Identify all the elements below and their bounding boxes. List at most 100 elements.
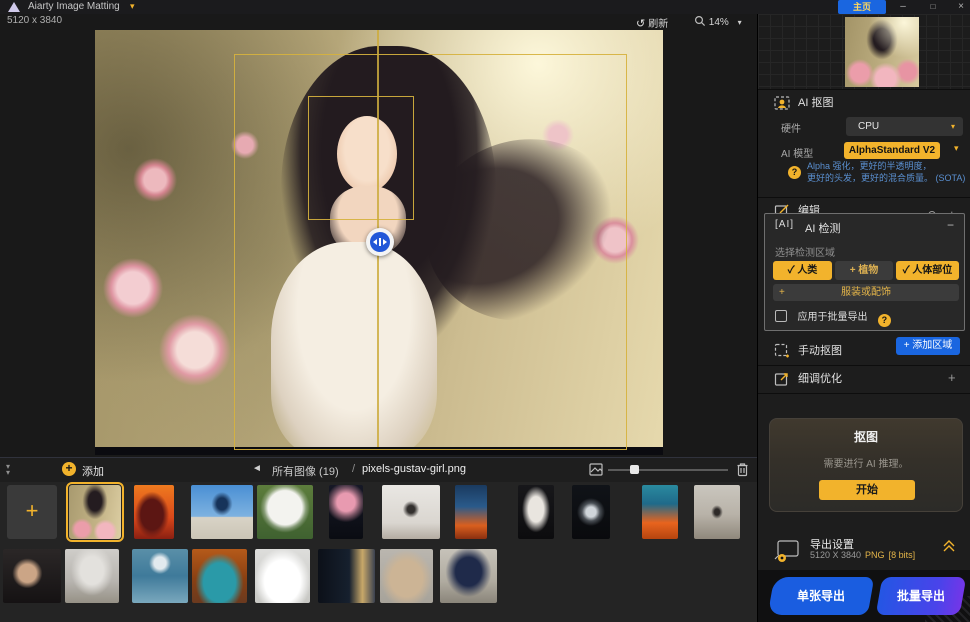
refresh-label: 刷新 — [648, 19, 668, 30]
ai-detect-header: [AI] AI 检测 − — [765, 218, 964, 238]
model-hint-row: ? Alpha 强化，更好的半透明度， 更好的头发，更好的混合质量。 (SOTA… — [758, 160, 970, 194]
detect-clothes-button[interactable]: +服装或配饰 — [773, 284, 959, 301]
preview-thumbnail[interactable] — [845, 17, 919, 87]
app-title: Aiarty Image Matting — [28, 1, 120, 12]
face-detection-rect[interactable] — [308, 96, 414, 220]
thumbnail-white-sofa[interactable] — [255, 549, 310, 603]
export-settings-row[interactable]: 导出设置 5120 X 3840PNG[8 bits] — [758, 536, 970, 570]
breadcrumb-separator: / — [352, 463, 355, 475]
detect-human-button[interactable]: ✓ 人类 — [773, 261, 832, 280]
thumbnail-jellyfish[interactable] — [329, 485, 363, 539]
start-button[interactable]: 开始 — [819, 480, 915, 500]
ai-matting-section: AI 抠图 — [758, 91, 970, 115]
refine-title: 细调优化 — [798, 367, 842, 391]
magnifier-icon — [694, 15, 706, 27]
add-image-tile[interactable]: + — [7, 485, 57, 539]
thumbnail-dark-flower[interactable] — [572, 485, 610, 539]
matting-card-message: 需要进行 AI 推理。 — [770, 455, 962, 470]
detect-region-subtitle: 选择检测区域 — [775, 244, 835, 259]
refine-section: 细调优化 + — [758, 367, 970, 391]
detection-region-rect[interactable] — [234, 54, 627, 450]
filmstrip-panel: ▾▾ + 添加 ◄ 所有图像 (19) / pixels-gustav-girl… — [0, 457, 757, 622]
image-dimensions-label: 5120 x 3840 — [7, 15, 62, 26]
thumbnail-white-fabric[interactable] — [518, 485, 554, 539]
thumbnail-skateboarder[interactable] — [191, 485, 253, 539]
export-footer: 单张导出 批量导出 — [758, 570, 970, 622]
back-arrow-icon[interactable]: ◄ — [252, 463, 262, 474]
zoom-control[interactable]: 14% ▾ — [694, 15, 742, 28]
add-region-button[interactable]: + 添加区域 — [896, 337, 960, 355]
collapse-filmstrip-icon[interactable]: ▾▾ — [6, 464, 10, 476]
ai-detect-panel: [AI] AI 检测 − 选择检测区域 ✓ 人类 + 植物 ✓ 人体部位 +服装… — [764, 213, 965, 331]
export-batch-button[interactable]: 批量导出 — [876, 577, 967, 615]
add-image-icon[interactable]: + — [62, 462, 76, 476]
ai-matting-title: AI 抠图 — [798, 91, 833, 115]
thumbnail-girl-flowers[interactable] — [69, 485, 121, 539]
refine-add-icon[interactable]: + — [948, 366, 956, 390]
app-window: Aiarty Image Matting ▾ 主页 – □ × 5120 x 3… — [0, 0, 970, 622]
compare-slider-handle[interactable] — [366, 228, 394, 256]
detect-plant-button[interactable]: + 植物 — [835, 261, 893, 280]
hardware-row: 硬件 CPU▾ — [758, 120, 970, 140]
thumbnail-teal-car[interactable] — [192, 549, 247, 603]
apply-batch-row: 应用于批量导出 ? — [775, 307, 891, 323]
export-settings-meta: 5120 X 3840PNG[8 bits] — [810, 550, 915, 560]
add-image-label[interactable]: 添加 — [82, 463, 104, 479]
maximize-button[interactable]: □ — [922, 0, 944, 14]
close-button[interactable]: × — [950, 0, 970, 14]
thumbnail-veiled-woman[interactable] — [65, 549, 119, 603]
trash-icon[interactable] — [736, 462, 749, 477]
export-settings-icon — [774, 538, 802, 564]
thumbnail-size-slider[interactable] — [608, 469, 728, 471]
thumbnail-smiling-woman[interactable] — [3, 549, 61, 603]
apply-batch-label: 应用于批量导出 — [797, 312, 867, 323]
hardware-chevron-icon: ▾ — [951, 117, 955, 136]
thumbnail-blue-hair-woman[interactable] — [642, 485, 678, 539]
double-chevron-up-icon[interactable] — [942, 538, 956, 554]
home-button[interactable]: 主页 — [838, 0, 886, 14]
thumbnail-row-2 — [0, 549, 757, 603]
preview-checkerboard — [758, 14, 970, 90]
app-logo-icon — [8, 2, 20, 12]
minimize-button[interactable]: – — [892, 0, 914, 14]
canvas-toolbar: 5120 x 3840 ↺刷新 14% ▾ — [0, 14, 757, 30]
thumbnail-neon-woman[interactable] — [455, 485, 487, 539]
thumbnail-beach-walker[interactable] — [694, 485, 740, 539]
export-single-button[interactable]: 单张导出 — [768, 577, 875, 615]
thumbnail-fashion-dark[interactable] — [318, 549, 375, 603]
thumbnail-dandelion[interactable] — [257, 485, 313, 539]
apply-batch-checkbox[interactable] — [775, 310, 787, 322]
model-hint-text: Alpha 强化，更好的半透明度， 更好的头发，更好的混合质量。 (SOTA) — [807, 160, 965, 184]
ai-detect-title: AI 检测 — [805, 220, 840, 236]
refresh-button[interactable]: ↺刷新 — [636, 15, 668, 30]
apply-batch-help-icon[interactable]: ? — [878, 314, 891, 327]
filmstrip-header: ▾▾ + 添加 ◄ 所有图像 (19) / pixels-gustav-girl… — [0, 458, 757, 482]
right-sidebar: AI 抠图 硬件 CPU▾ AI 模型 AlphaStandard V2 ▾ ?… — [757, 14, 970, 622]
breadcrumb-all-images[interactable]: 所有图像 (19) — [272, 463, 339, 479]
ai-detect-icon: [AI] — [775, 219, 794, 230]
hardware-label: 硬件 — [781, 120, 801, 135]
model-select[interactable]: AlphaStandard V2 — [844, 142, 940, 159]
slider-handle[interactable] — [630, 465, 639, 474]
app-menu-chevron-icon[interactable]: ▾ — [130, 1, 135, 12]
collapse-panel-icon[interactable]: − — [947, 218, 954, 232]
compare-slider-icon — [370, 232, 390, 252]
thumbnail-blue-dress-woman[interactable] — [132, 549, 188, 603]
refine-icon — [774, 371, 790, 387]
thumbnail-row-1: + — [0, 485, 757, 539]
manual-matting-icon — [774, 343, 790, 359]
thumbnail-beige-outfit-woman[interactable] — [380, 549, 433, 603]
hardware-select[interactable]: CPU▾ — [846, 117, 963, 136]
detect-body-button[interactable]: ✓ 人体部位 — [896, 261, 959, 280]
model-help-icon[interactable]: ? — [788, 166, 801, 179]
manual-matting-title: 手动抠图 — [798, 339, 842, 363]
model-chevron-icon[interactable]: ▾ — [954, 143, 959, 154]
canvas-workspace: 5120 x 3840 ↺刷新 14% ▾ — [0, 14, 757, 457]
thumbnail-jumping-group[interactable] — [382, 485, 440, 539]
thumbnail-orange-silhouette[interactable] — [134, 485, 174, 539]
thumbnail-navy-outfit-woman[interactable] — [440, 549, 497, 603]
title-bar: Aiarty Image Matting ▾ 主页 – □ × — [0, 0, 970, 14]
divider — [758, 365, 970, 366]
breadcrumb-current-file: pixels-gustav-girl.png — [362, 463, 466, 475]
refresh-icon: ↺ — [636, 18, 645, 30]
